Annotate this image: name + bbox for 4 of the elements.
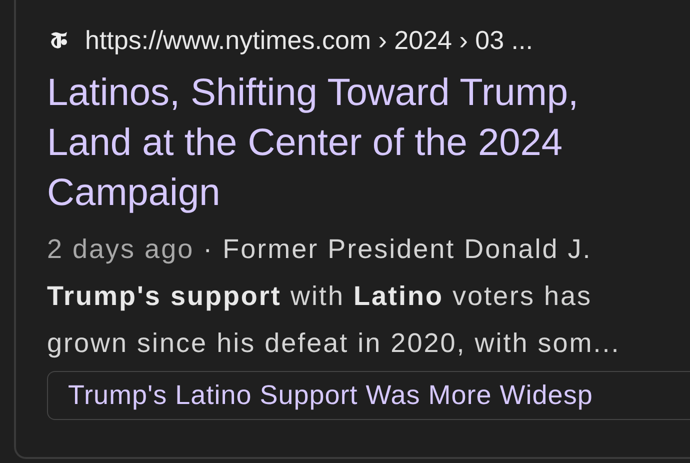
result-title-link[interactable]: Latinos, Shifting Toward Trump, Land at the Center of the 2024 Campaign <box>47 68 647 218</box>
related-link[interactable]: Trump's Latino Support Was More Widesp <box>47 371 690 420</box>
source-url[interactable]: https://www.nytimes.com › 2024 › 03 ... <box>85 24 533 56</box>
result-snippet: 2 days ago · Former President Donald J. Trump's support with Latino voters has grown since his defeat in 2020, with som... <box>47 233 622 360</box>
